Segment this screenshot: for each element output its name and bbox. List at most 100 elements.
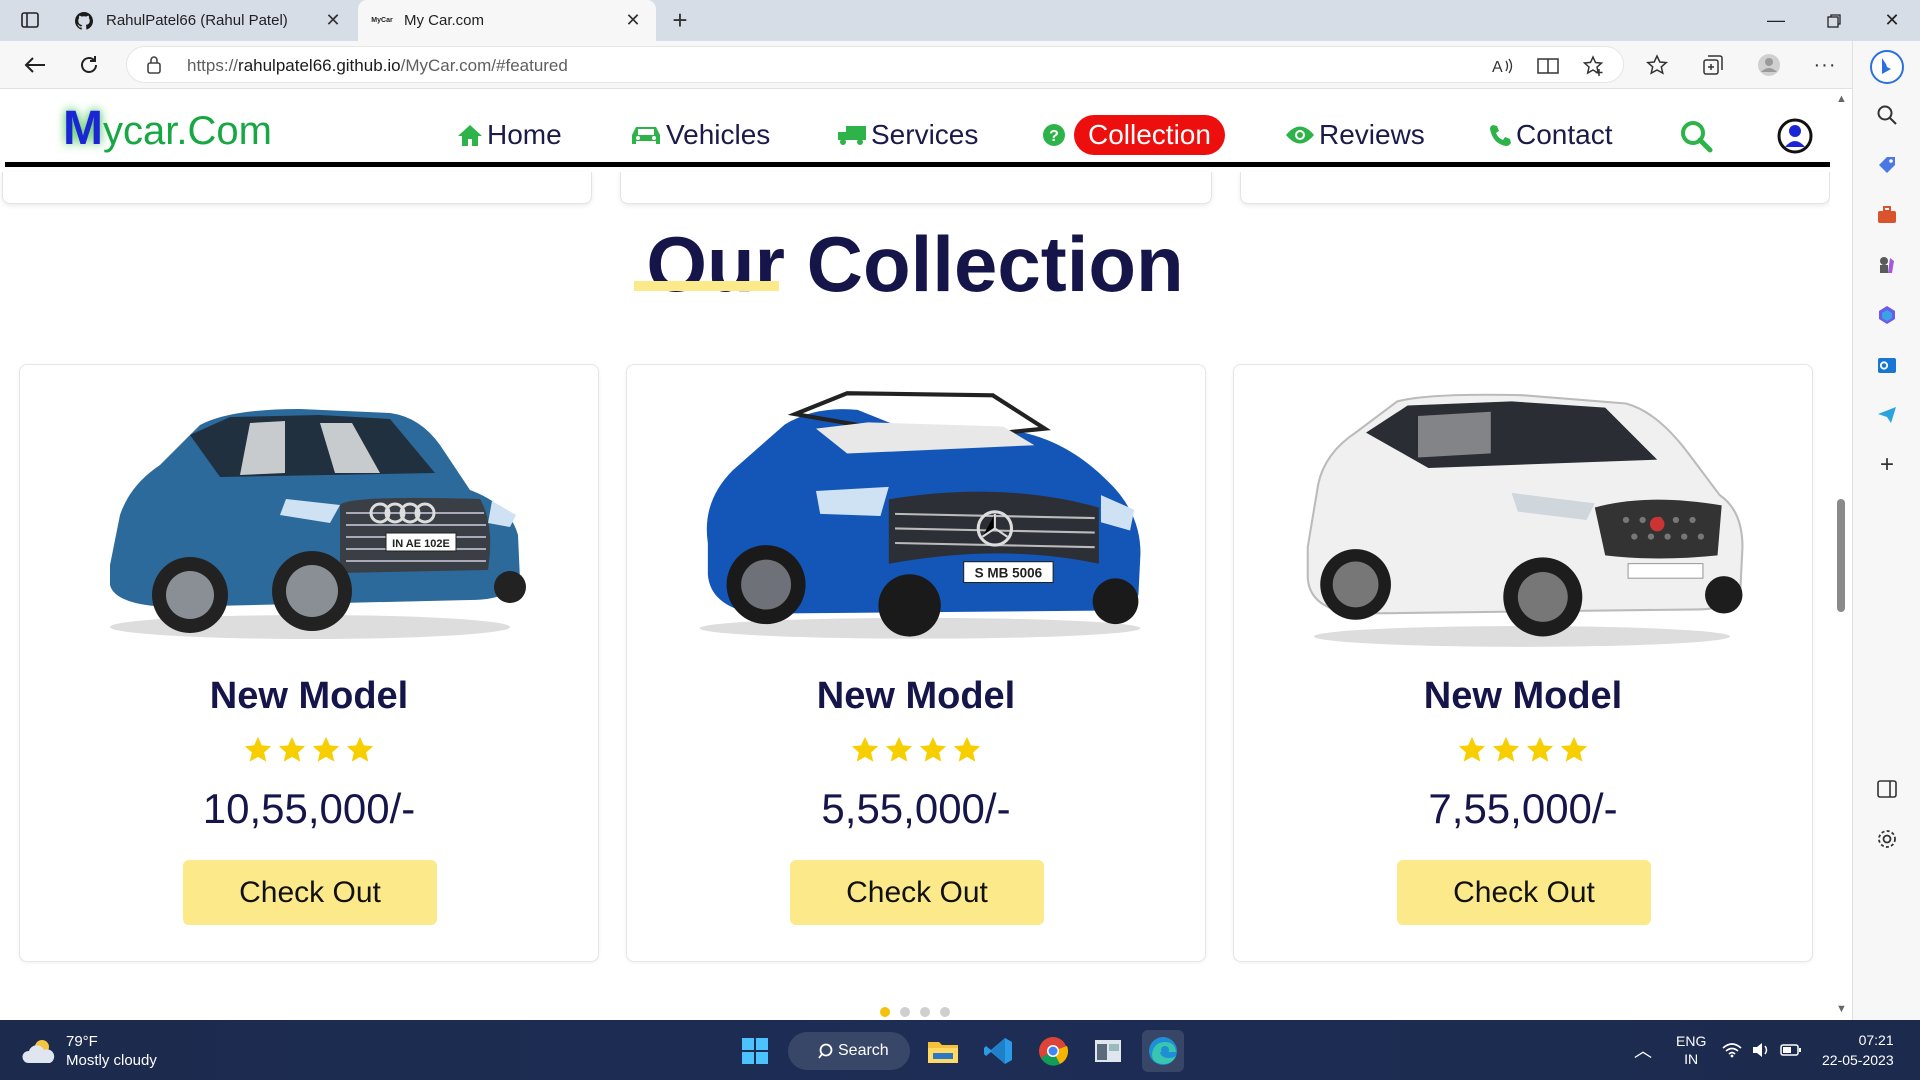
language-indicator[interactable]: ENG IN (1676, 1020, 1706, 1080)
check-out-button[interactable]: Check Out (790, 860, 1044, 925)
clock-date: 22-05-2023 (1822, 1052, 1894, 1068)
nav-home[interactable]: Home (457, 115, 562, 155)
carousel-dot[interactable] (940, 1007, 950, 1017)
url-text: https://rahulpatel66.github.io/MyCar.com… (187, 56, 568, 75)
restore-button[interactable] (1806, 0, 1862, 41)
add-favorite-icon[interactable] (1581, 53, 1607, 79)
tab-actions-button[interactable] (12, 6, 48, 34)
browser-tab-github[interactable]: RahulPatel66 (Rahul Patel) ✕ (60, 0, 356, 41)
collections-button[interactable] (1696, 48, 1730, 82)
star-icon (244, 736, 272, 762)
file-explorer-button[interactable] (922, 1030, 964, 1072)
cloud-icon (22, 1040, 55, 1063)
car-image-mg (1306, 393, 1744, 647)
refresh-button[interactable] (72, 48, 106, 82)
close-window-button[interactable]: ✕ (1864, 0, 1920, 41)
app-window-button[interactable] (1087, 1030, 1129, 1072)
bing-copilot-icon[interactable] (1869, 49, 1905, 85)
user-account-icon[interactable] (1777, 115, 1813, 162)
sidebar-settings-icon[interactable] (1873, 825, 1901, 853)
nav-contact[interactable]: Contact (1488, 115, 1613, 155)
close-tab-icon[interactable]: ✕ (324, 10, 342, 31)
address-bar[interactable]: https://rahulpatel66.github.io/MyCar.com… (126, 46, 1624, 83)
car-price: 10,55,000/- (202, 785, 416, 832)
close-tab-icon[interactable]: ✕ (624, 10, 642, 31)
weather-condition: Mostly cloudy (66, 1052, 157, 1069)
car-image-mercedes: S MB 5006 (699, 391, 1141, 639)
outlook-icon[interactable] (1873, 351, 1901, 379)
phone-icon (1488, 123, 1512, 147)
new-tab-button[interactable]: + (664, 4, 696, 36)
weather-temperature: 79°F (66, 1033, 98, 1050)
favorites-button[interactable] (1640, 48, 1674, 82)
show-hidden-icons[interactable]: ︿ (1634, 1020, 1652, 1080)
battery-icon (1780, 1044, 1801, 1056)
system-tray-icons[interactable] (1722, 1020, 1802, 1080)
nav-reviews[interactable]: Reviews (1285, 115, 1425, 155)
vscode-button[interactable] (977, 1030, 1019, 1072)
svg-text:A: A (1492, 59, 1503, 75)
microsoft-365-icon[interactable] (1873, 301, 1901, 329)
car-card: S MB 5006 New Model 5,55,000/- Check Out (626, 364, 1206, 962)
lock-icon (147, 56, 161, 79)
taskbar-clock[interactable]: 07:21 22-05-2023 (1822, 1030, 1894, 1070)
scroll-up-icon[interactable]: ▲ (1836, 93, 1847, 105)
carousel-dot[interactable] (920, 1007, 930, 1017)
search-icon (818, 1043, 833, 1059)
site-logo[interactable]: Mycar.Com (63, 101, 272, 156)
shopping-tag-icon[interactable] (1873, 151, 1901, 179)
split-view-icon[interactable] (1873, 775, 1901, 803)
nav-label: Vehicles (666, 119, 771, 150)
car-price: 5,55,000/- (821, 785, 1011, 832)
site-header: Mycar.Com Home Vehicles Services ? Colle… (5, 89, 1830, 167)
browser-tab-mycar[interactable]: MyCar My Car.com ✕ (358, 0, 656, 41)
clock-time: 07:21 (1858, 1032, 1894, 1048)
immersive-reader-icon[interactable] (1535, 53, 1561, 79)
star-icon (1560, 736, 1588, 762)
check-out-button[interactable]: Check Out (183, 860, 437, 925)
windows-taskbar: 79°F Mostly cloudy Search ︿ ENG IN 07:21… (0, 1020, 1920, 1080)
nav-services[interactable]: Services (837, 115, 978, 155)
tools-briefcase-icon[interactable] (1873, 201, 1901, 229)
search-icon[interactable] (1873, 101, 1901, 129)
rating-stars (20, 735, 598, 765)
tab-actions-icon (21, 12, 39, 28)
car-card: IN AE 102E New Model 10,55,000/- Check O… (19, 364, 599, 962)
star-icon (346, 736, 374, 762)
nav-vehicles[interactable]: Vehicles (630, 115, 770, 155)
profile-button[interactable] (1752, 48, 1786, 82)
scroll-down-icon[interactable]: ▼ (1836, 1003, 1847, 1015)
edge-button[interactable] (1142, 1030, 1184, 1072)
taskbar-search[interactable]: Search (788, 1032, 910, 1070)
minimize-button[interactable]: — (1748, 0, 1804, 41)
carousel-dot[interactable] (880, 1007, 890, 1017)
collections-icon (1703, 55, 1723, 75)
plus-icon: + (672, 4, 688, 35)
nav-label: Reviews (1319, 119, 1425, 150)
page-scrollbar[interactable]: ▲ ▼ (1830, 89, 1852, 1020)
previous-card (2, 172, 592, 204)
settings-more-button[interactable]: ··· (1808, 48, 1842, 82)
weather-widget[interactable]: 79°F Mostly cloudy (22, 1032, 157, 1070)
truck-icon (837, 123, 867, 147)
star-icon (312, 736, 340, 762)
add-sidebar-app-icon[interactable]: + (1873, 451, 1901, 479)
start-button[interactable] (734, 1030, 776, 1072)
tab-title: RahulPatel66 (Rahul Patel) (106, 12, 288, 29)
check-out-button[interactable]: Check Out (1397, 860, 1651, 925)
search-label: Search (838, 1042, 889, 1059)
carousel-dot[interactable] (900, 1007, 910, 1017)
wifi-icon (1722, 1043, 1742, 1058)
lang-code: ENG (1676, 1033, 1707, 1049)
read-aloud-icon[interactable]: A (1489, 53, 1515, 79)
car-card: New Model 7,55,000/- Check Out (1233, 364, 1813, 962)
chrome-button[interactable] (1032, 1030, 1074, 1072)
mycar-favicon-icon: MyCar (371, 17, 393, 24)
send-icon[interactable] (1873, 401, 1901, 429)
back-button[interactable] (18, 48, 52, 82)
games-icon[interactable] (1873, 251, 1901, 279)
star-icon (1458, 736, 1486, 762)
scrollbar-thumb[interactable] (1837, 499, 1845, 612)
site-search-icon[interactable] (1679, 119, 1713, 158)
nav-collection[interactable]: ? Collection (1042, 115, 1225, 155)
